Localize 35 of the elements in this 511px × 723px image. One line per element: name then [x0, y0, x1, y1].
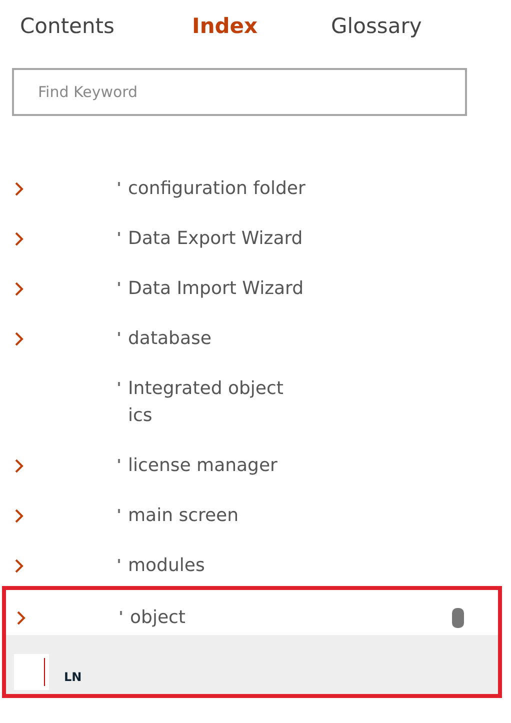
- footer-label: LN: [64, 670, 82, 684]
- tick-mark: [118, 459, 120, 463]
- scrollbar-thumb-icon[interactable]: [452, 608, 464, 628]
- index-entry[interactable]: database: [128, 327, 212, 350]
- tick-mark: [118, 182, 120, 186]
- index-entry[interactable]: Integrated object: [128, 377, 284, 400]
- tick-mark: [118, 232, 120, 236]
- index-entry[interactable]: ics: [128, 404, 284, 427]
- index-entry[interactable]: modules: [128, 554, 205, 577]
- chevron-icon[interactable]: [14, 280, 24, 296]
- tick-mark: [118, 382, 120, 386]
- index-entry[interactable]: Data Export Wizard: [128, 227, 303, 250]
- index-entry[interactable]: main screen: [128, 504, 239, 527]
- chevron-icon[interactable]: [14, 558, 24, 574]
- tick-mark: [120, 611, 122, 615]
- caret-mark: [44, 658, 45, 686]
- tab[interactable]: Index: [192, 14, 331, 38]
- index-entry[interactable]: configuration folder: [128, 177, 306, 200]
- index-entry[interactable]: license manager: [128, 454, 278, 477]
- chevron-icon[interactable]: [14, 458, 24, 474]
- tab[interactable]: Contents: [20, 14, 192, 38]
- tick-mark: [118, 282, 120, 286]
- index-entry[interactable]: Data Import Wizard: [128, 277, 304, 300]
- tick-mark: [118, 559, 120, 563]
- tick-mark: [118, 332, 120, 336]
- chevron-icon[interactable]: [14, 508, 24, 524]
- chevron-icon[interactable]: [14, 330, 24, 346]
- input-field[interactable]: [14, 654, 49, 690]
- search-field[interactable]: Find Keyword: [12, 68, 467, 116]
- tick-mark: [118, 509, 120, 513]
- tab[interactable]: Glossary: [331, 14, 422, 38]
- chevron-icon[interactable]: [14, 180, 24, 196]
- chevron-icon[interactable]: [14, 230, 24, 246]
- chevron-icon[interactable]: [16, 610, 26, 626]
- index-entry[interactable]: object: [130, 606, 186, 629]
